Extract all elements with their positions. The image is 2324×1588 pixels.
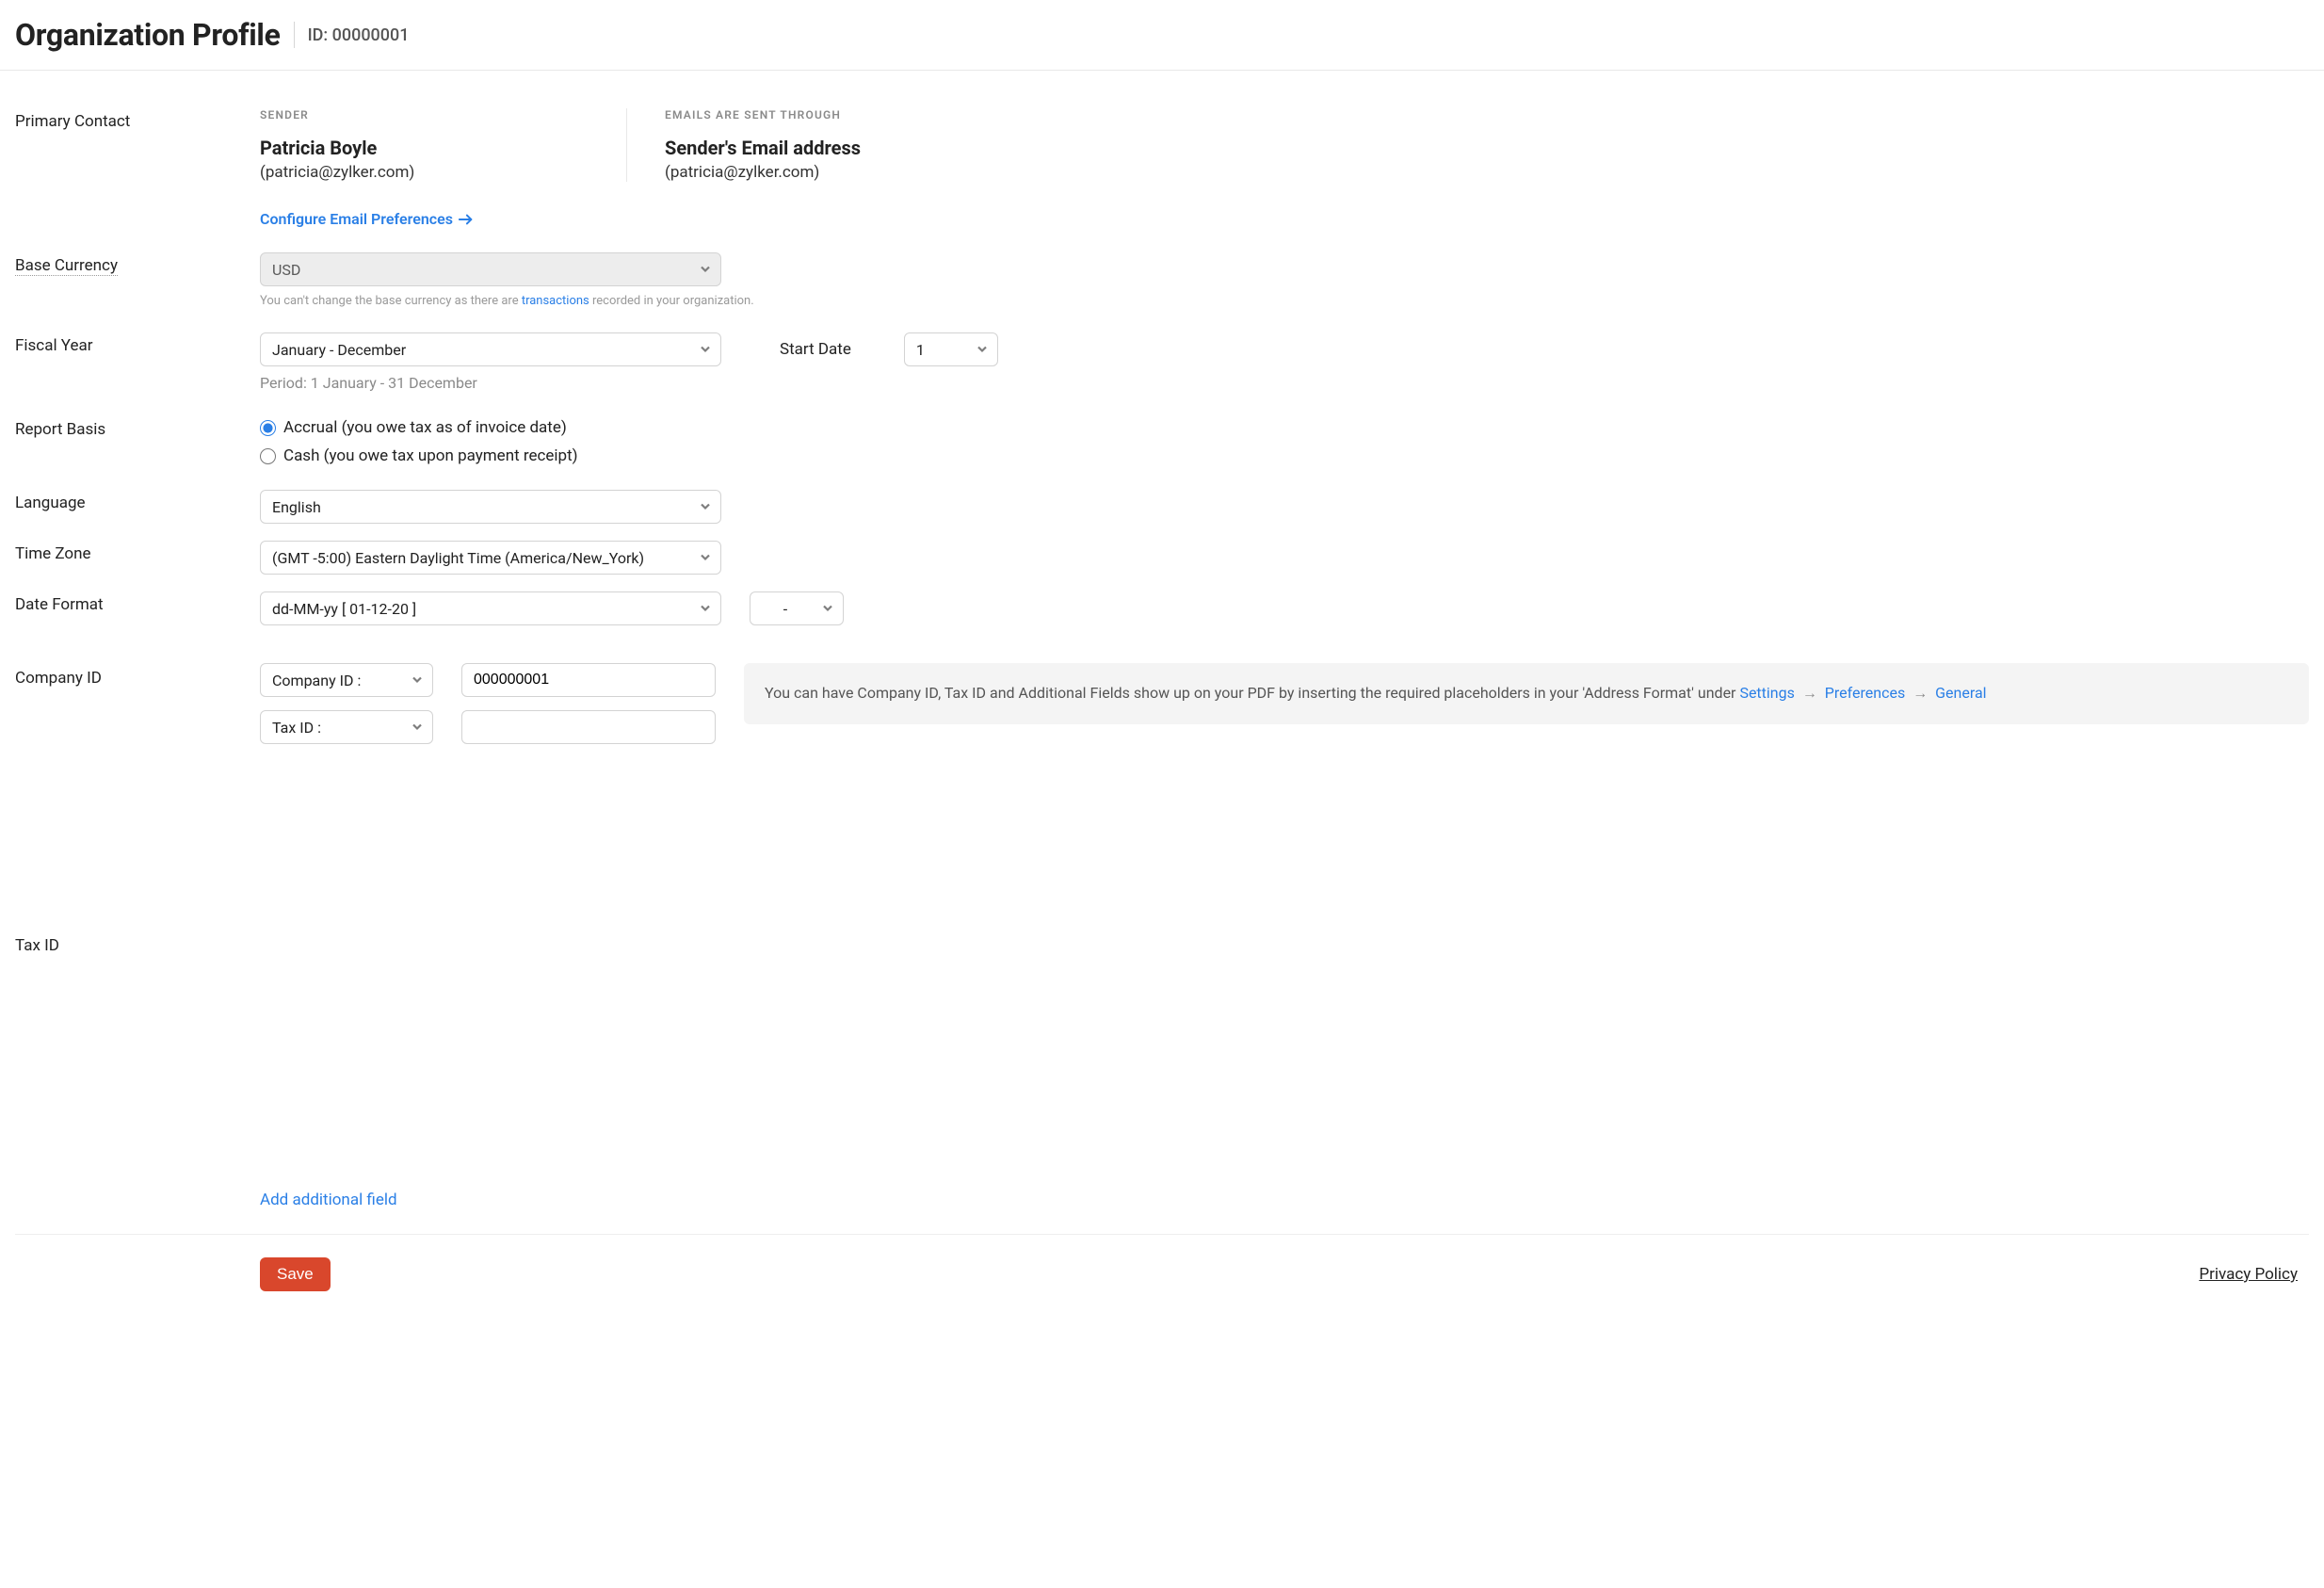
chevron-down-icon (700, 600, 711, 618)
base-currency-note: You can't change the base currency as th… (260, 294, 2309, 308)
configure-email-preferences-link[interactable]: Configure Email Preferences (260, 210, 474, 228)
privacy-policy-link[interactable]: Privacy Policy (2199, 1265, 2298, 1284)
language-label: Language (15, 490, 260, 512)
report-basis-cash-label: Cash (you owe tax upon payment receipt) (283, 446, 578, 465)
page-title: Organization Profile (15, 17, 281, 53)
timezone-select[interactable]: (GMT -5:00) Eastern Daylight Time (Ameri… (260, 541, 721, 575)
date-format-value: dd-MM-yy [ 01-12-20 ] (272, 600, 416, 618)
report-basis-accrual-radio[interactable] (260, 420, 276, 436)
company-id-input[interactable] (461, 663, 716, 697)
tax-id-type-select[interactable]: Tax ID : (260, 710, 433, 744)
org-id-label: ID: 00000001 (308, 25, 410, 45)
sender-heading: SENDER (260, 108, 570, 122)
report-basis-cash-option[interactable]: Cash (you owe tax upon payment receipt) (260, 446, 2309, 465)
base-currency-select: USD (260, 252, 721, 286)
sent-through-column: EMAILS ARE SENT THROUGH Sender's Email a… (627, 108, 917, 182)
tax-id-type-value: Tax ID : (272, 719, 321, 737)
preferences-crumb-link[interactable]: Preferences (1825, 684, 1905, 702)
settings-crumb-link[interactable]: Settings (1739, 684, 1794, 702)
date-separator-value: - (783, 600, 787, 618)
primary-contact-columns: SENDER Patricia Boyle (patricia@zylker.c… (260, 108, 2309, 182)
id-info-box: You can have Company ID, Tax ID and Addi… (744, 663, 2309, 724)
fiscal-year-value: January - December (272, 341, 406, 359)
save-button[interactable]: Save (260, 1257, 331, 1291)
start-date-label: Start Date (780, 340, 851, 359)
primary-contact-label: Primary Contact (15, 108, 260, 131)
chevron-down-icon (700, 498, 711, 516)
sent-through-email: (patricia@zylker.com) (665, 163, 861, 182)
start-date-value: 1 (916, 341, 925, 359)
date-separator-select[interactable]: - (750, 591, 844, 625)
company-id-field[interactable] (474, 664, 681, 696)
report-basis-radio-group: Accrual (you owe tax as of invoice date)… (260, 416, 2309, 465)
start-date-select[interactable]: 1 (904, 332, 998, 366)
chevron-down-icon (412, 672, 423, 689)
chevron-down-icon (412, 719, 423, 737)
sender-name: Patricia Boyle (260, 137, 570, 159)
arrow-right-icon: → (1912, 684, 1928, 702)
tax-id-field[interactable] (474, 711, 681, 743)
company-id-type-select[interactable]: Company ID : (260, 663, 433, 697)
chevron-down-icon (700, 549, 711, 567)
base-currency-label: Base Currency (15, 252, 118, 276)
chevron-down-icon (976, 341, 988, 359)
timezone-label: Time Zone (15, 541, 260, 563)
sender-email: (patricia@zylker.com) (260, 163, 570, 182)
date-format-select[interactable]: dd-MM-yy [ 01-12-20 ] (260, 591, 721, 625)
report-basis-accrual-label: Accrual (you owe tax as of invoice date) (283, 418, 567, 437)
sent-through-name: Sender's Email address (665, 137, 861, 159)
report-basis-label: Report Basis (15, 416, 260, 439)
date-format-label: Date Format (15, 591, 260, 614)
company-id-type-value: Company ID : (272, 672, 361, 689)
base-currency-value: USD (272, 261, 300, 279)
general-crumb-link[interactable]: General (1935, 684, 1986, 702)
report-basis-accrual-option[interactable]: Accrual (you owe tax as of invoice date) (260, 418, 2309, 437)
chevron-down-icon (822, 600, 833, 618)
add-additional-field-link[interactable]: Add additional field (260, 1191, 397, 1209)
sent-through-heading: EMAILS ARE SENT THROUGH (665, 108, 861, 122)
fiscal-year-label: Fiscal Year (15, 332, 260, 355)
company-id-label: Company ID (15, 663, 260, 908)
page-header: Organization Profile ID: 00000001 (0, 0, 2324, 71)
configure-email-preferences-label: Configure Email Preferences (260, 210, 453, 228)
chevron-down-icon (700, 261, 711, 279)
fiscal-year-period: Period: 1 January - 31 December (260, 374, 2309, 392)
tax-id-label: Tax ID (15, 921, 260, 1166)
report-basis-cash-radio[interactable] (260, 448, 276, 464)
arrow-right-icon (459, 214, 474, 225)
arrow-right-icon: → (1802, 684, 1817, 702)
sender-column: SENDER Patricia Boyle (patricia@zylker.c… (260, 108, 627, 182)
language-value: English (272, 498, 321, 516)
timezone-value: (GMT -5:00) Eastern Daylight Time (Ameri… (272, 549, 644, 567)
header-divider (294, 22, 295, 48)
chevron-down-icon (700, 341, 711, 359)
fiscal-year-select[interactable]: January - December (260, 332, 721, 366)
transactions-link[interactable]: transactions (522, 294, 589, 308)
language-select[interactable]: English (260, 490, 721, 524)
tax-id-input[interactable] (461, 710, 716, 744)
